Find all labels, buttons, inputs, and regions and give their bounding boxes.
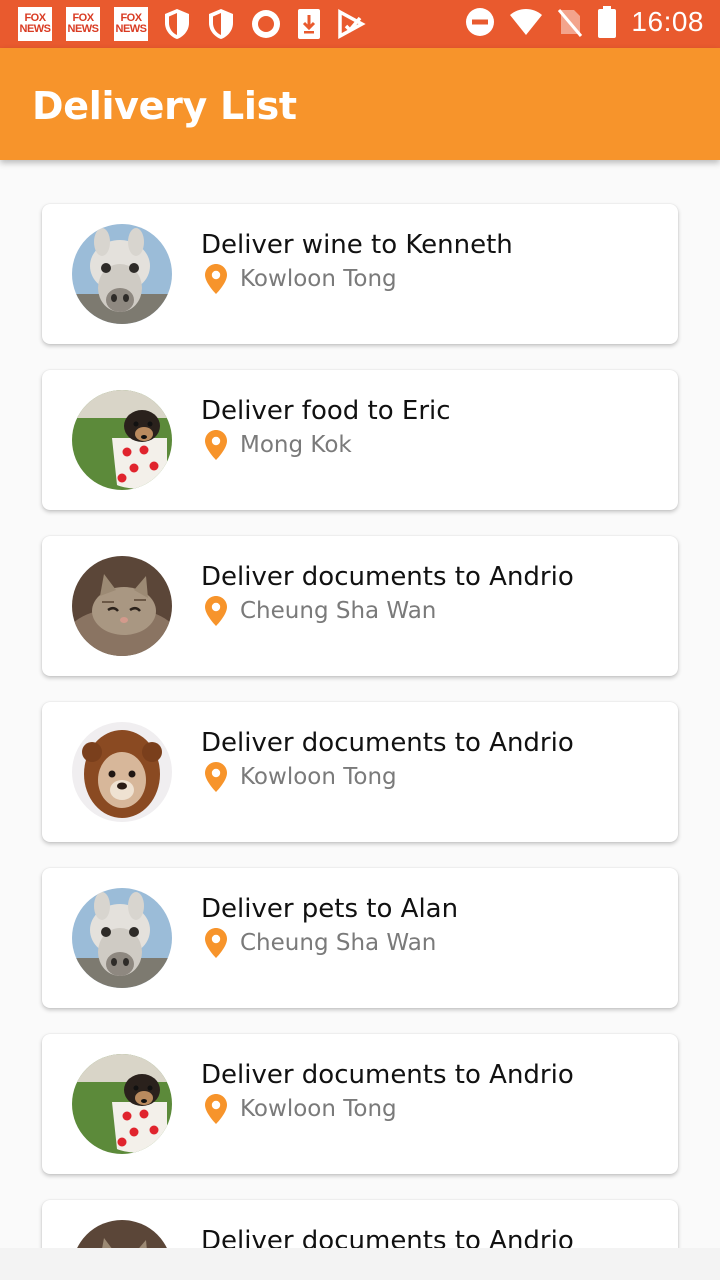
location-row: Cheung Sha Wan (204, 594, 436, 628)
play-store-icon (336, 9, 366, 39)
location-pin-icon (204, 761, 228, 793)
avatar-sleeping-cat (72, 556, 172, 656)
delivery-location: Cheung Sha Wan (240, 598, 437, 624)
delivery-title: Deliver pets to Alan (201, 894, 459, 924)
do-not-disturb-icon (465, 7, 495, 37)
delivery-title: Deliver documents to Andrio (201, 562, 574, 592)
location-row: Cheung Sha Wan (204, 926, 436, 960)
delivery-title: Deliver documents to Andrio (201, 1226, 574, 1248)
notification-icons: FOX NEWS FOX NEWS FOX NEWS (18, 7, 380, 41)
location-row: Kowloon Tong (204, 262, 397, 296)
fox-news-icon: FOX NEWS (18, 7, 52, 41)
avatar-sleeping-cat (72, 1220, 172, 1248)
no-sim-icon (557, 6, 583, 38)
fox-news-icon: FOX NEWS (66, 7, 100, 41)
delivery-list[interactable]: Deliver wine to Kenneth Kowloon Tong Del… (0, 160, 720, 1248)
delivery-card[interactable]: Deliver wine to Kenneth Kowloon Tong (42, 204, 678, 344)
delivery-card[interactable]: Deliver documents to Andrio Kowloon Tong (42, 702, 678, 842)
delivery-title: Deliver wine to Kenneth (201, 230, 513, 260)
location-pin-icon (204, 927, 228, 959)
location-pin-icon (204, 1093, 228, 1125)
location-pin-icon (204, 263, 228, 295)
system-icons: 16:08 (451, 6, 704, 38)
delivery-card[interactable]: Deliver documents to Andrio Kowloon Tong (42, 1034, 678, 1174)
avatar-alpaca (72, 224, 172, 324)
status-bar: FOX NEWS FOX NEWS FOX NEWS 16:08 (0, 0, 720, 48)
location-row: Kowloon Tong (204, 760, 397, 794)
avatar-alpaca (72, 888, 172, 988)
bottom-gap (0, 1248, 720, 1280)
delivery-location: Kowloon Tong (240, 1096, 397, 1122)
clock: 16:08 (631, 6, 704, 37)
location-pin-icon (204, 429, 228, 461)
battery-icon (597, 6, 617, 38)
location-row: Kowloon Tong (204, 1092, 397, 1126)
delivery-card[interactable]: Deliver documents to Andrio (42, 1200, 678, 1248)
avatar-dog-in-lion-hood (72, 722, 172, 822)
record-icon (250, 8, 282, 40)
avatar-puppy-in-cup (72, 1054, 172, 1154)
delivery-card[interactable]: Deliver food to Eric Mong Kok (42, 370, 678, 510)
location-pin-icon (204, 595, 228, 627)
delivery-location: Mong Kok (240, 432, 352, 458)
delivery-location: Cheung Sha Wan (240, 930, 437, 956)
avatar-puppy-in-cup (72, 390, 172, 490)
delivery-title: Deliver food to Eric (201, 396, 451, 426)
download-icon (296, 7, 322, 41)
shield-icon (162, 7, 192, 41)
delivery-location: Kowloon Tong (240, 266, 397, 292)
fox-news-icon: FOX NEWS (114, 7, 148, 41)
delivery-card[interactable]: Deliver pets to Alan Cheung Sha Wan (42, 868, 678, 1008)
page-title: Delivery List (32, 84, 297, 128)
delivery-card[interactable]: Deliver documents to Andrio Cheung Sha W… (42, 536, 678, 676)
shield-icon (206, 7, 236, 41)
wifi-icon (509, 8, 543, 36)
delivery-title: Deliver documents to Andrio (201, 728, 574, 758)
location-row: Mong Kok (204, 428, 352, 462)
app-bar: Delivery List (0, 48, 720, 160)
delivery-title: Deliver documents to Andrio (201, 1060, 574, 1090)
delivery-location: Kowloon Tong (240, 764, 397, 790)
